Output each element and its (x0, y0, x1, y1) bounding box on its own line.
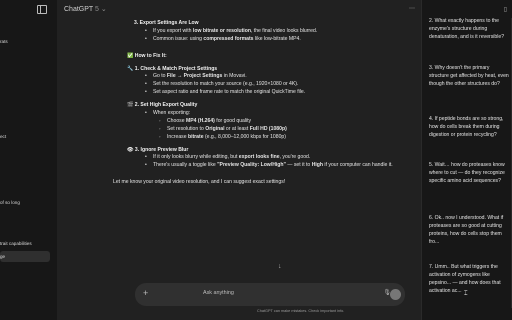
list-item: If it only looks blurry while editing, b… (141, 154, 405, 162)
eye-icon: 👁 (127, 146, 135, 153)
sidebar-item[interactable]: rats (0, 39, 8, 44)
list-item: When exporting: (141, 110, 405, 118)
question-item[interactable]: 6. Ok.. now I understood. What if protea… (429, 215, 509, 247)
sidebar-item[interactable]: ect (0, 134, 6, 139)
step-heading: 🎬 2. Set High Export Quality (127, 102, 198, 109)
list-item: Go to File → Project Settings in Movavi. (141, 73, 405, 81)
model-version: 5 (95, 6, 99, 13)
scroll-down-icon[interactable]: ↓ (278, 263, 282, 270)
message-input[interactable]: Ask anything (203, 290, 234, 296)
list-item: Choose MP4 (H.264) for good quality (141, 118, 405, 126)
mouse-cursor-icon: ⌶ (464, 291, 468, 297)
left-sidebar: rats ect of so long trait capabilities g… (0, 0, 58, 320)
check-box-icon: ✅ (127, 52, 135, 59)
voice-mode-button[interactable] (390, 289, 401, 300)
sidebar-item[interactable]: of so long (0, 200, 20, 205)
chat-main: ChatGPT 5 ⌄ ⋯ 3. Export Settings Are Low… (57, 0, 421, 320)
model-selector[interactable]: ChatGPT 5 ⌄ (64, 5, 107, 13)
section-heading: ✅ How to Fix It: (127, 52, 167, 59)
list-item: Increase bitrate (e.g., 8,000–12,000 kbp… (141, 134, 405, 142)
question-item[interactable]: 2. What exactly happens to the enzyme's … (429, 18, 509, 42)
question-item[interactable]: 4. If peptide bonds are so strong, how d… (429, 116, 509, 140)
list-item: Set resolution to Original or at least F… (141, 126, 405, 134)
list-item: There's usually a toggle like "Preview Q… (141, 162, 405, 170)
step-heading: 🔧 1. Check & Match Project Settings (127, 65, 218, 72)
question-item[interactable]: 5. Wait… how do proteases know where to … (429, 162, 509, 186)
list-item: Common issue: using compressed formats l… (141, 36, 405, 44)
more-options-icon[interactable]: ⋯ (409, 5, 415, 12)
step-heading: 👁 3. Ignore Preview Blur (127, 146, 189, 153)
question-item[interactable]: 7. Umm.. But what triggers the activatio… (429, 264, 509, 296)
sidebar-toggle-icon[interactable] (37, 5, 47, 14)
wrench-icon: 🔧 (127, 65, 135, 72)
question-item[interactable]: 3. Why doesn't the primary structure get… (429, 65, 509, 89)
disclaimer: ChatGPT can make mistakes. Check importa… (257, 309, 345, 313)
questions-panel: ▯ 2. What exactly happens to the enzyme'… (421, 0, 512, 320)
panel-toggle-icon[interactable]: ▯ (504, 6, 507, 13)
list-item: Set aspect ratio and frame rate to match… (141, 89, 405, 97)
list-item: If you export with low bitrate or resolu… (141, 28, 405, 36)
assistant-message: 3. Export Settings Are Low If you export… (113, 20, 405, 187)
sidebar-active-highlight (0, 251, 50, 262)
sidebar-item-active[interactable]: ge (0, 254, 5, 259)
plus-icon[interactable]: + (143, 288, 148, 298)
composer[interactable]: + Ask anything 🎙 (135, 283, 405, 306)
sidebar-item[interactable]: trait capabilities (0, 241, 32, 246)
section-heading: 3. Export Settings Are Low (134, 20, 199, 26)
film-icon: 🎬 (127, 102, 135, 109)
chevron-down-icon: ⌄ (100, 6, 107, 13)
closing-text: Let me know your original video resoluti… (113, 179, 286, 186)
list-item: Set the resolution to match your source … (141, 81, 405, 89)
app-title: ChatGPT (64, 6, 94, 13)
